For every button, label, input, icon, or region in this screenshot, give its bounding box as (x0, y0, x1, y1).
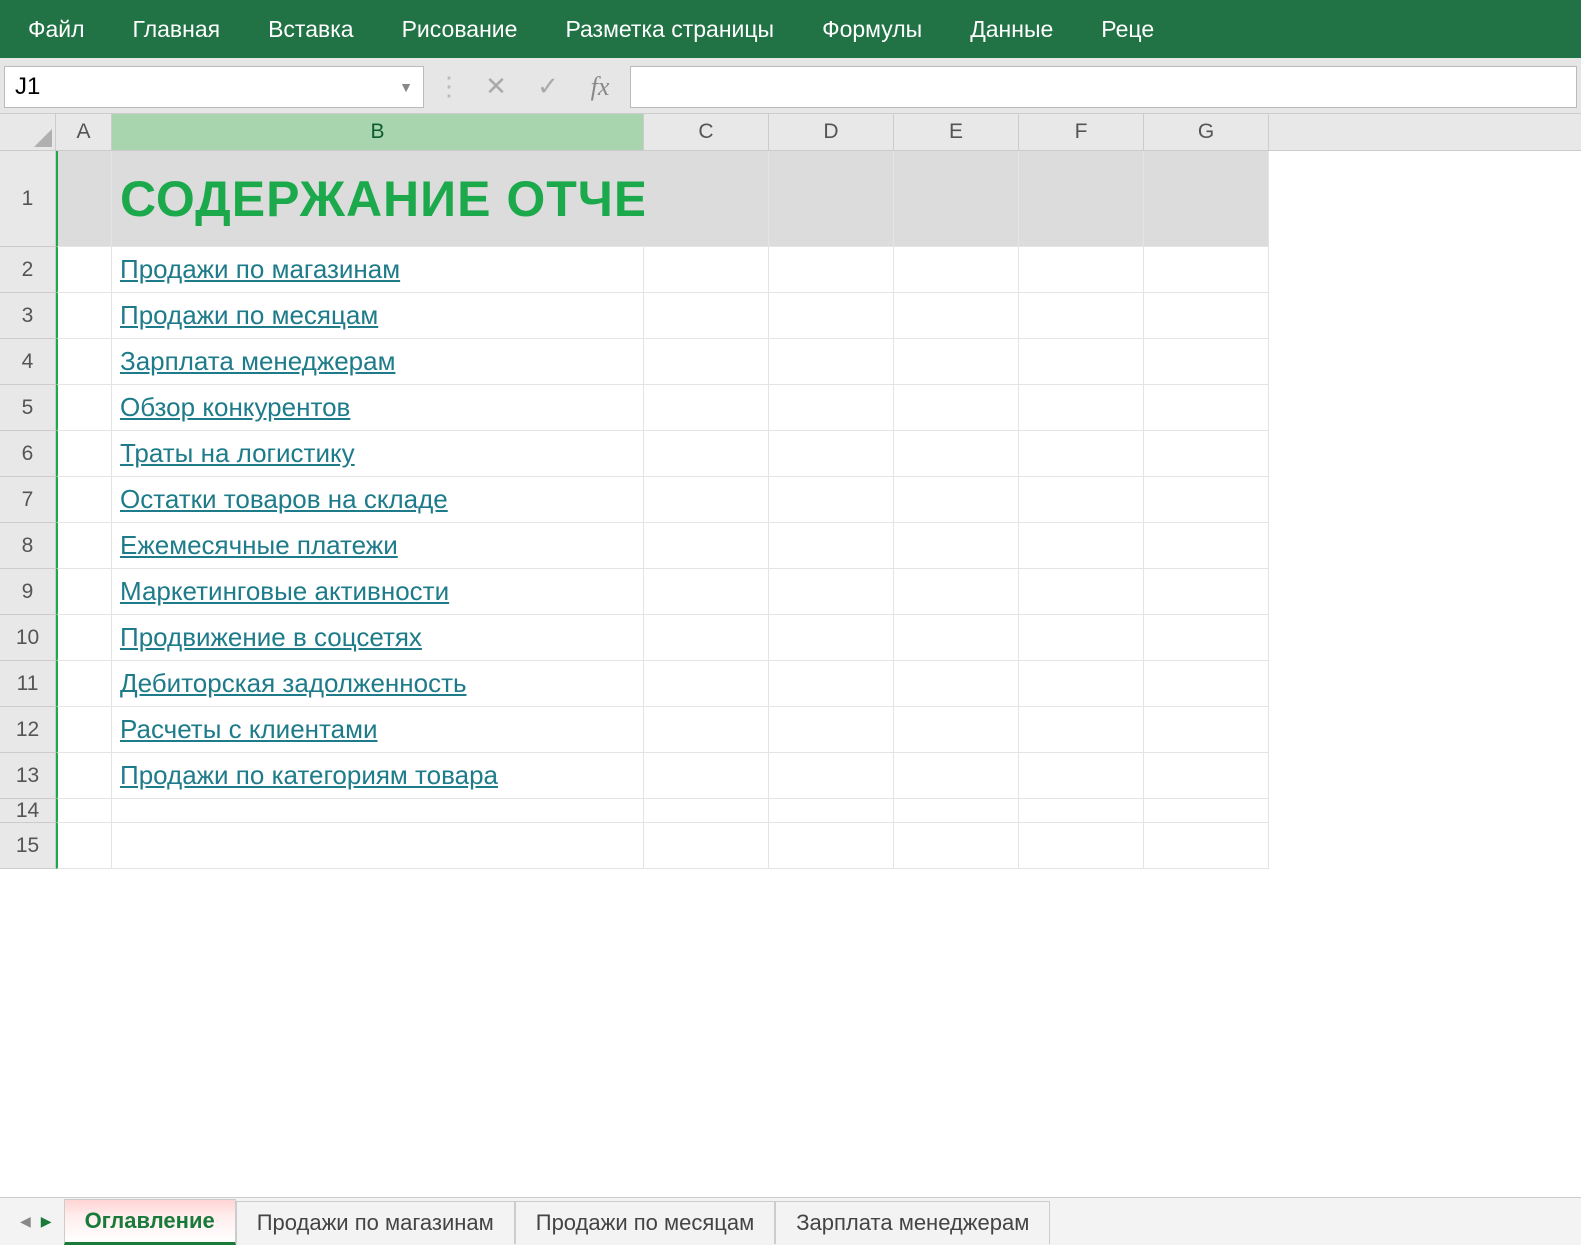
chevron-down-icon[interactable]: ▼ (399, 79, 413, 95)
cell-A3[interactable] (56, 293, 112, 339)
cell-A5[interactable] (56, 385, 112, 431)
cell-B13[interactable]: Продажи по категориям товара (112, 753, 644, 799)
cell-A6[interactable] (56, 431, 112, 477)
cancel-icon[interactable]: ✕ (474, 66, 518, 108)
row-1: 1 СОДЕРЖАНИЕ ОТЧЕТА (0, 151, 1581, 247)
column-header-F[interactable]: F (1019, 114, 1144, 150)
cell-B7[interactable]: Остатки товаров на складе (112, 477, 644, 523)
toc-link[interactable]: Остатки товаров на складе (120, 484, 448, 515)
row-header-10[interactable]: 10 (0, 615, 56, 661)
spreadsheet-grid: A B C D E F G 1 СОДЕРЖАНИЕ ОТЧЕТА 2 Прода… (0, 114, 1581, 1197)
cell-A7[interactable] (56, 477, 112, 523)
row-header-15[interactable]: 15 (0, 823, 56, 869)
ribbon-menu: Файл Главная Вставка Рисование Разметка … (0, 0, 1581, 58)
toc-link[interactable]: Продвижение в соцсетях (120, 622, 422, 653)
toc-link[interactable]: Дебиторская задолженность (120, 668, 467, 699)
toc-link[interactable]: Обзор конкурентов (120, 392, 350, 423)
cell-A1[interactable] (56, 151, 112, 247)
toc-link[interactable]: Расчеты с клиентами (120, 714, 378, 745)
ribbon-data[interactable]: Данные (970, 16, 1053, 43)
sheet-tab[interactable]: Зарплата менеджерам (775, 1201, 1050, 1244)
cell-G1[interactable] (1144, 151, 1269, 247)
row-header-1[interactable]: 1 (0, 151, 56, 247)
tab-next-icon[interactable]: ▶ (37, 1211, 56, 1232)
toc-link[interactable]: Ежемесячные платежи (120, 530, 398, 561)
toc-link[interactable]: Продажи по магазинам (120, 254, 400, 285)
row-header-6[interactable]: 6 (0, 431, 56, 477)
ribbon-home[interactable]: Главная (133, 16, 221, 43)
toc-link[interactable]: Траты на логистику (120, 438, 355, 469)
row-header-14[interactable]: 14 (0, 799, 56, 823)
ribbon-file[interactable]: Файл (28, 16, 85, 43)
column-header-E[interactable]: E (894, 114, 1019, 150)
row-header-12[interactable]: 12 (0, 707, 56, 753)
cell-E1[interactable] (894, 151, 1019, 247)
formula-input[interactable] (630, 66, 1577, 108)
row-header-2[interactable]: 2 (0, 247, 56, 293)
row-header-11[interactable]: 11 (0, 661, 56, 707)
tab-prev-icon[interactable]: ◀ (16, 1211, 35, 1232)
row-header-5[interactable]: 5 (0, 385, 56, 431)
row-header-7[interactable]: 7 (0, 477, 56, 523)
cell-A9[interactable] (56, 569, 112, 615)
select-all-corner[interactable] (0, 114, 56, 150)
fx-icon[interactable]: fx (578, 66, 622, 108)
cell-D1[interactable] (769, 151, 894, 247)
tab-nav: ◀ ▶ (8, 1211, 64, 1232)
cell-B2[interactable]: Продажи по магазинам (112, 247, 644, 293)
sheet-tabs-bar: ◀ ▶ Оглавление Продажи по магазинам Прод… (0, 1197, 1581, 1245)
divider: ⋮ (432, 71, 466, 102)
formula-bar: J1 ▼ ⋮ ✕ ✓ fx (0, 58, 1581, 114)
ribbon-draw[interactable]: Рисование (402, 16, 518, 43)
toc-link[interactable]: Зарплата менеджерам (120, 346, 395, 377)
cell-B4[interactable]: Зарплата менеджерам (112, 339, 644, 385)
confirm-icon[interactable]: ✓ (526, 66, 570, 108)
column-header-G[interactable]: G (1144, 114, 1269, 150)
cell-C1[interactable] (644, 151, 769, 247)
cell-A4[interactable] (56, 339, 112, 385)
row-header-8[interactable]: 8 (0, 523, 56, 569)
name-box-value: J1 (15, 73, 40, 101)
cell-B8[interactable]: Ежемесячные платежи (112, 523, 644, 569)
cell-B1-title[interactable]: СОДЕРЖАНИЕ ОТЧЕТА (112, 151, 644, 247)
cell-B9[interactable]: Маркетинговые активности (112, 569, 644, 615)
cell-B3[interactable]: Продажи по месяцам (112, 293, 644, 339)
cell-F1[interactable] (1019, 151, 1144, 247)
row-header-3[interactable]: 3 (0, 293, 56, 339)
row-header-4[interactable]: 4 (0, 339, 56, 385)
ribbon-insert[interactable]: Вставка (268, 16, 354, 43)
column-headers: A B C D E F G (0, 114, 1581, 151)
cell-A11[interactable] (56, 661, 112, 707)
row-header-9[interactable]: 9 (0, 569, 56, 615)
cell-B11[interactable]: Дебиторская задолженность (112, 661, 644, 707)
cell-B10[interactable]: Продвижение в соцсетях (112, 615, 644, 661)
cell-A12[interactable] (56, 707, 112, 753)
toc-link[interactable]: Продажи по категориям товара (120, 760, 498, 791)
column-header-A[interactable]: A (56, 114, 112, 150)
cell-A2[interactable] (56, 247, 112, 293)
cell-B5[interactable]: Обзор конкурентов (112, 385, 644, 431)
cell-A10[interactable] (56, 615, 112, 661)
toc-link[interactable]: Маркетинговые активности (120, 576, 449, 607)
column-header-B[interactable]: B (112, 114, 644, 150)
cell-A13[interactable] (56, 753, 112, 799)
column-header-C[interactable]: C (644, 114, 769, 150)
cell-B6[interactable]: Траты на логистику (112, 431, 644, 477)
name-box[interactable]: J1 ▼ (4, 66, 424, 108)
toc-link[interactable]: Продажи по месяцам (120, 300, 378, 331)
cell-B12[interactable]: Расчеты с клиентами (112, 707, 644, 753)
ribbon-page-layout[interactable]: Разметка страницы (565, 16, 774, 43)
sheet-tab[interactable]: Продажи по месяцам (515, 1201, 776, 1244)
column-header-D[interactable]: D (769, 114, 894, 150)
cell-A8[interactable] (56, 523, 112, 569)
ribbon-formulas[interactable]: Формулы (822, 16, 922, 43)
ribbon-review[interactable]: Реце (1101, 16, 1154, 43)
sheet-tab-active[interactable]: Оглавление (64, 1199, 236, 1245)
sheet-tab[interactable]: Продажи по магазинам (236, 1201, 515, 1244)
row-header-13[interactable]: 13 (0, 753, 56, 799)
